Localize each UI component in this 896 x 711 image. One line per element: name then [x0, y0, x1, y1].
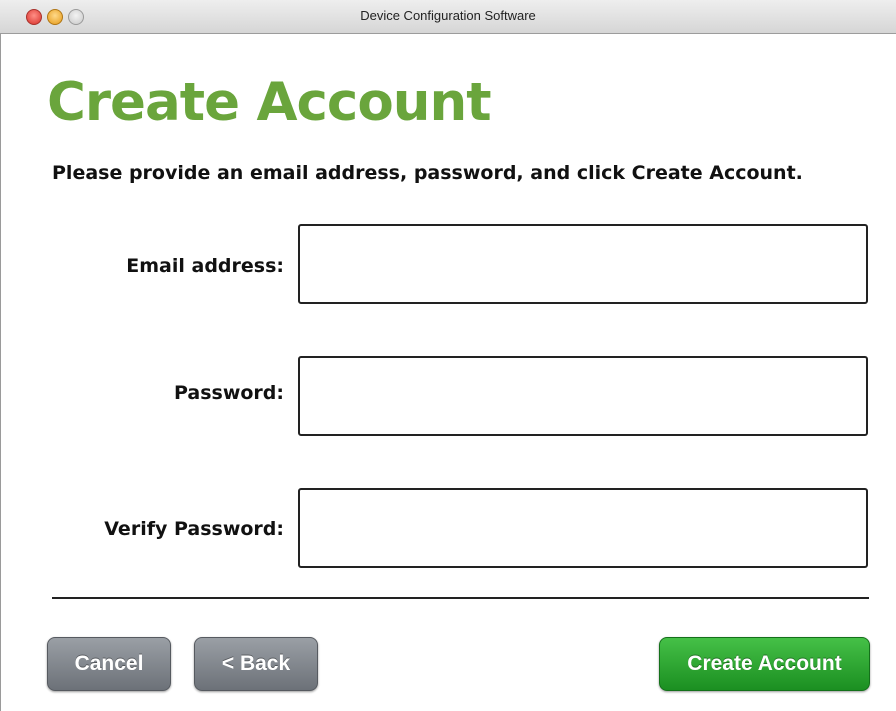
cancel-button[interactable]: Cancel [47, 637, 171, 691]
create-account-button[interactable]: Create Account [659, 637, 870, 691]
create-account-panel: Create Account Please provide an email a… [0, 34, 896, 711]
verify-password-field[interactable] [298, 488, 868, 568]
instructions-text: Please provide an email address, passwor… [52, 162, 803, 184]
email-label: Email address: [126, 255, 284, 277]
email-field[interactable] [298, 224, 868, 304]
divider [52, 597, 869, 599]
title-bar: Device Configuration Software [0, 0, 896, 34]
back-button[interactable]: < Back [194, 637, 318, 691]
app-window: Device Configuration Software Create Acc… [0, 0, 896, 711]
window-title: Device Configuration Software [360, 8, 536, 23]
verify-password-label: Verify Password: [104, 518, 284, 540]
password-label: Password: [173, 382, 284, 404]
page-title: Create Account [47, 72, 492, 133]
password-field[interactable] [298, 356, 868, 436]
